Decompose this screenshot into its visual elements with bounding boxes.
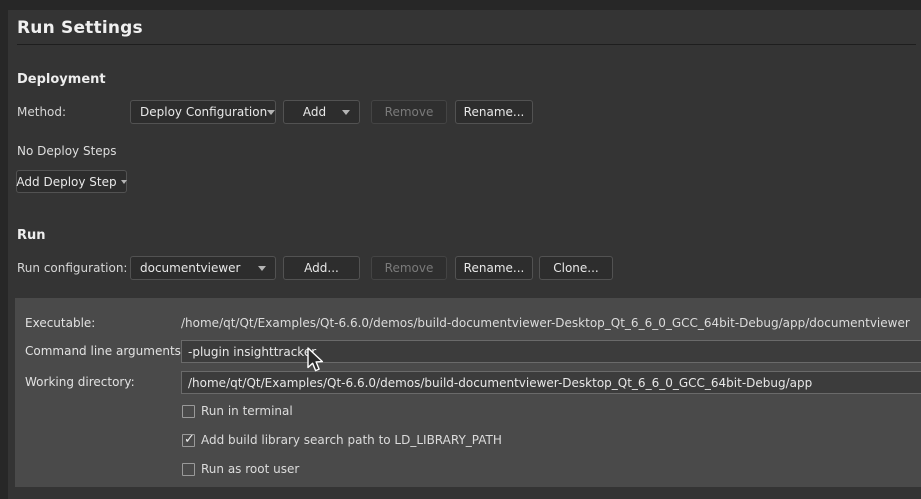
checkbox-row-run-in-terminal[interactable]: Run in terminal <box>182 403 293 419</box>
checkbox-label: Run as root user <box>201 462 299 476</box>
checkbox-icon[interactable] <box>182 463 195 476</box>
chevron-down-icon <box>267 110 275 115</box>
title-separator <box>17 44 916 45</box>
run-configuration-combobox[interactable]: documentviewer <box>130 256 276 280</box>
run-rename-button[interactable]: Rename... <box>455 256 533 280</box>
run-configuration-label: Run configuration: <box>17 261 127 275</box>
run-settings-screen: Run Settings Deployment Method: Deploy C… <box>0 0 921 499</box>
run-clone-button[interactable]: Clone... <box>539 256 613 280</box>
checkbox-label: Add build library search path to LD_LIBR… <box>201 433 502 447</box>
chevron-down-icon <box>258 266 266 271</box>
checkbox-label: Run in terminal <box>201 404 293 418</box>
deploy-remove-button[interactable]: Remove <box>371 100 447 124</box>
run-settings-panel: Run Settings Deployment Method: Deploy C… <box>8 10 921 499</box>
deploy-add-label: Add <box>303 105 326 119</box>
command-line-arguments-input[interactable]: -plugin insighttracker <box>181 340 921 363</box>
checkbox-icon[interactable] <box>182 405 195 418</box>
working-directory-input[interactable]: /home/qt/Qt/Examples/Qt-6.6.0/demos/buil… <box>181 371 921 394</box>
checkbox-icon[interactable] <box>182 434 195 447</box>
add-deploy-step-button[interactable]: Add Deploy Step <box>16 170 127 193</box>
page-title: Run Settings <box>17 18 143 38</box>
method-label: Method: <box>17 105 66 119</box>
deployment-section-header: Deployment <box>17 72 106 87</box>
run-config-details-panel: Executable: /home/qt/Qt/Examples/Qt-6.6.… <box>15 298 921 487</box>
executable-label: Executable: <box>25 316 95 330</box>
deploy-remove-label: Remove <box>385 105 434 119</box>
run-add-label: Add... <box>304 261 339 275</box>
run-add-button[interactable]: Add... <box>283 256 360 280</box>
run-remove-label: Remove <box>385 261 434 275</box>
chevron-down-icon <box>121 180 127 184</box>
run-remove-button[interactable]: Remove <box>371 256 447 280</box>
deploy-add-button[interactable]: Add <box>283 100 360 124</box>
deploy-method-value: Deploy Configuration <box>140 105 267 119</box>
chevron-down-icon <box>342 110 350 115</box>
deploy-method-combobox[interactable]: Deploy Configuration <box>130 100 276 124</box>
run-rename-label: Rename... <box>464 261 525 275</box>
run-section-header: Run <box>17 228 46 243</box>
no-deploy-steps-text: No Deploy Steps <box>17 144 117 158</box>
command-line-arguments-value: -plugin insighttracker <box>188 345 316 359</box>
run-configuration-value: documentviewer <box>140 261 241 275</box>
deploy-rename-button[interactable]: Rename... <box>455 100 533 124</box>
command-line-arguments-label: Command line arguments: <box>25 344 185 358</box>
executable-value: /home/qt/Qt/Examples/Qt-6.6.0/demos/buil… <box>181 316 910 330</box>
working-directory-label: Working directory: <box>25 375 135 389</box>
checkbox-row-ld-library-path[interactable]: Add build library search path to LD_LIBR… <box>182 432 502 448</box>
deploy-rename-label: Rename... <box>464 105 525 119</box>
add-deploy-step-label: Add Deploy Step <box>16 175 116 189</box>
run-clone-label: Clone... <box>553 261 599 275</box>
working-directory-value: /home/qt/Qt/Examples/Qt-6.6.0/demos/buil… <box>188 376 812 390</box>
checkbox-row-run-as-root[interactable]: Run as root user <box>182 461 299 477</box>
